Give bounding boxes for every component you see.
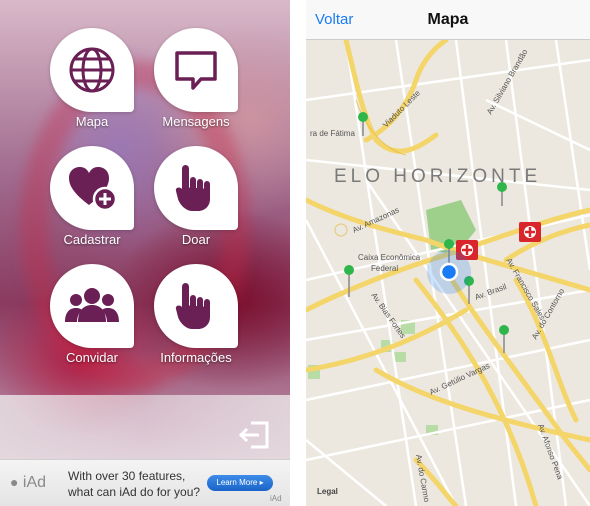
map-screen: Voltar Mapa ELO HORIZONTE ra de Fátima V… [306,0,590,506]
people-icon [64,286,120,326]
iad-logo: ● iAd [10,474,47,491]
legal-link[interactable]: Legal [317,487,338,496]
city-label: ELO HORIZONTE [334,166,541,187]
menu-item-informacoes[interactable]: Informações [141,264,251,374]
hospital-icon[interactable] [519,222,541,242]
place-label: Federal [371,264,398,273]
heart-plus-icon [65,161,119,215]
chevron-right-icon: ▸ [259,478,264,487]
street-label: ra de Fátima [310,129,355,138]
iad-text-line2: what can iAd do for you? [68,485,201,499]
iad-mark: iAd [270,494,282,503]
iad-text: With over 30 features, what can iAd do f… [68,468,203,500]
globe-icon [67,45,117,95]
place-label: Caixa Econômica [358,253,421,262]
speech-bubble-icon [171,45,221,95]
apple-icon: ● [10,474,19,490]
page-title: Mapa [427,11,469,28]
menu-bubble [50,28,134,112]
menu-label: Mapa [75,114,109,129]
menu-label: Convidar [65,350,119,365]
iad-text-line1: With over 30 features, [68,469,186,483]
logout-button[interactable] [238,419,271,451]
logout-icon [238,421,271,455]
menu-item-mensagens[interactable]: Mensagens [141,28,251,138]
home-screen: Mapa Mensagens Cadastrar Doar Convidar I… [0,0,290,506]
menu-bubble [50,264,134,348]
menu-item-doar[interactable]: Doar [141,146,251,256]
menu-label: Cadastrar [63,232,121,247]
menu-label: Doar [181,232,211,247]
pointing-hand-icon [174,163,218,213]
menu-bubble [154,264,238,348]
menu-label: Informações [160,350,232,365]
menu-item-cadastrar[interactable]: Cadastrar [37,146,147,256]
pointing-hand-icon [174,281,218,331]
park-area [394,352,406,362]
screen-divider [290,0,306,506]
menu-item-convidar[interactable]: Convidar [37,264,147,374]
navigation-bar: Voltar Mapa [306,0,590,40]
menu-bubble [50,146,134,230]
menu-bubble [154,146,238,230]
current-location-icon [427,250,471,294]
menu-item-mapa[interactable]: Mapa [37,28,147,138]
menu-label: Mensagens [162,114,230,129]
iad-banner[interactable]: ● iAd With over 30 features, what can iA… [0,459,290,506]
map-view[interactable]: ELO HORIZONTE ra de Fátima Viaduto Leste… [306,40,590,506]
learn-more-button[interactable]: Learn More ▸ [207,475,273,491]
menu-bubble [154,28,238,112]
